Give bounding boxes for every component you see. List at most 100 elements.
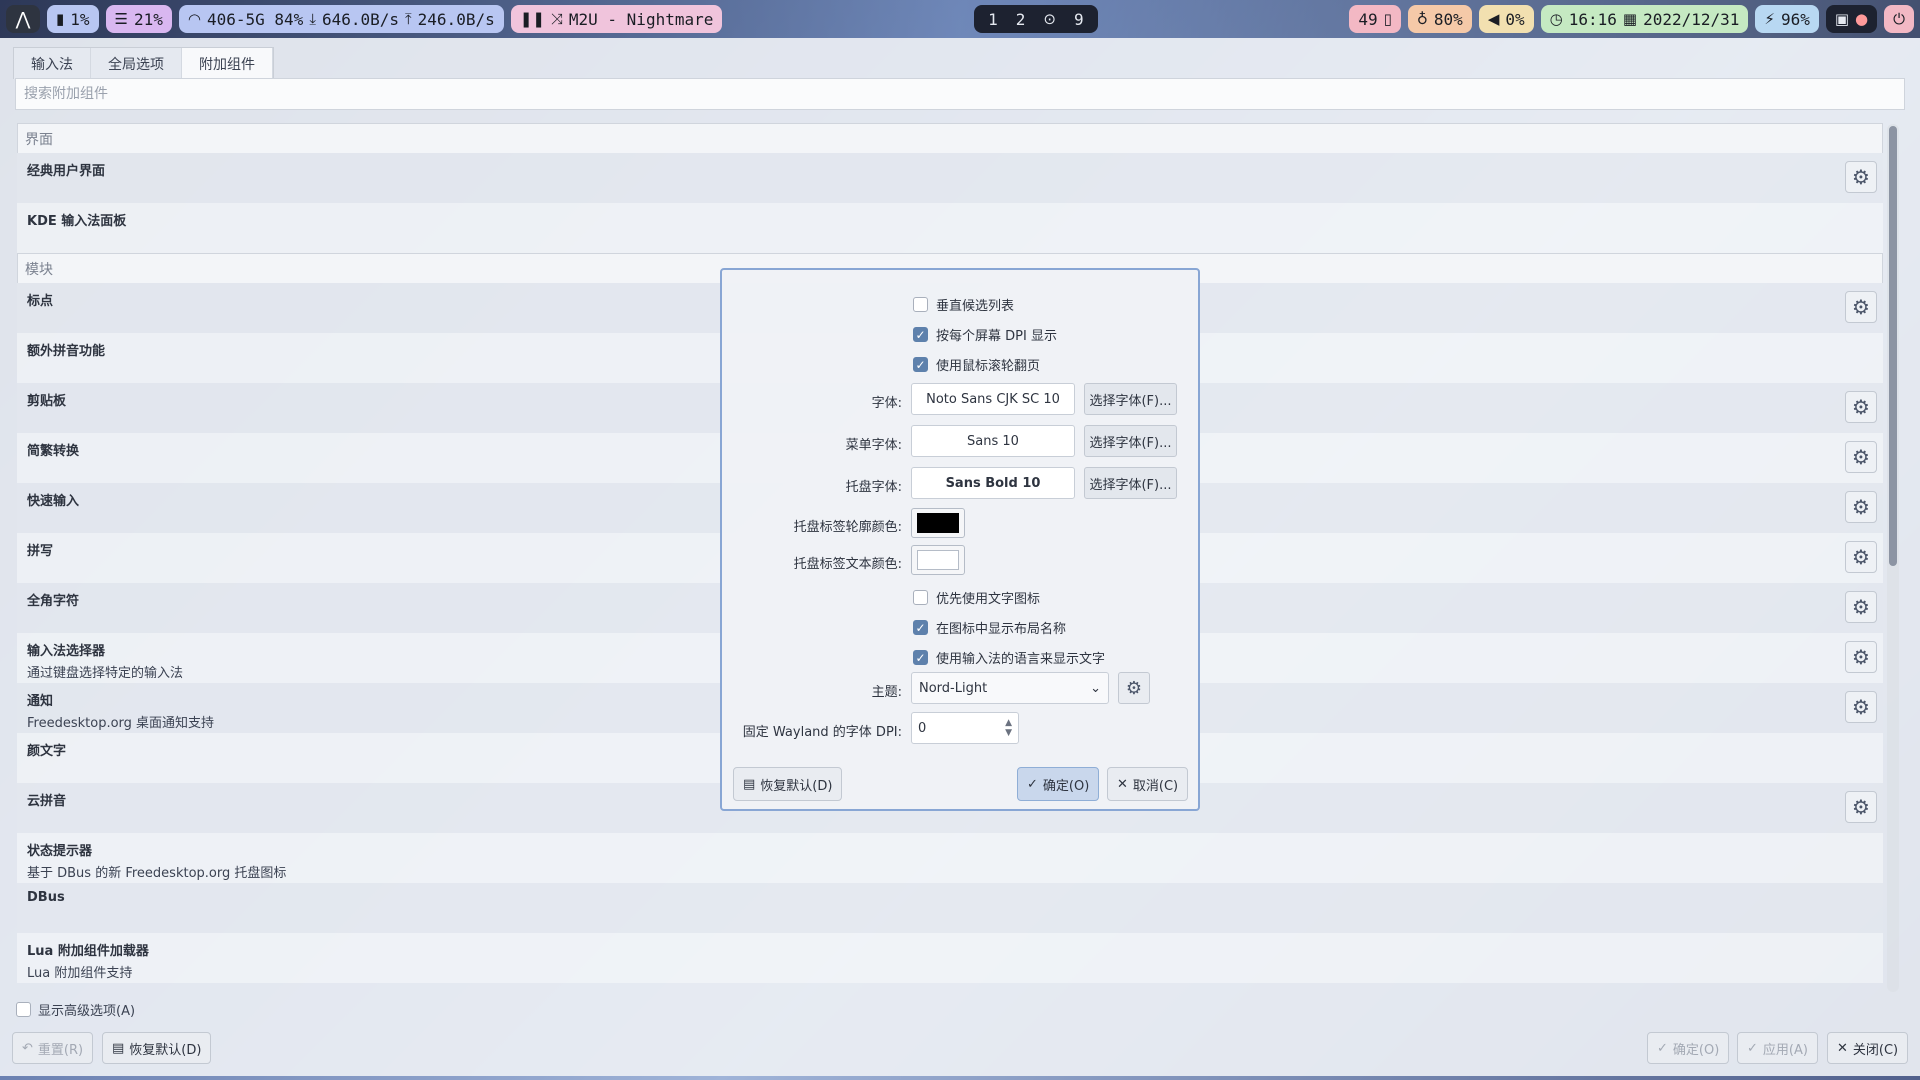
document-icon: ▤: [743, 776, 756, 792]
tray-widget[interactable]: ▣ ●: [1825, 5, 1878, 33]
volume-widget[interactable]: ◀ 0%: [1478, 5, 1534, 33]
close-icon: ✕: [1837, 1040, 1848, 1056]
reset-label: 重置(R): [37, 1042, 84, 1058]
app-tray-icon[interactable]: ●: [1855, 10, 1868, 28]
vertical-list-checkbox[interactable]: [913, 297, 928, 312]
vertical-list-option[interactable]: 垂直候选列表: [913, 295, 1014, 314]
addon-title: KDE 输入法面板: [27, 214, 127, 229]
gear-icon[interactable]: ⚙: [1845, 791, 1877, 823]
list-scrollbar[interactable]: [1887, 124, 1899, 992]
prefer-text-icon-checkbox[interactable]: [913, 590, 928, 605]
document-icon: ▤: [112, 1040, 125, 1056]
gear-icon[interactable]: ⚙: [1845, 541, 1877, 573]
gear-icon[interactable]: ⚙: [1845, 641, 1877, 673]
restore-defaults-label: 恢复默认(D): [129, 1042, 202, 1058]
ok-button[interactable]: ✓ 确定(O): [1647, 1032, 1730, 1064]
power-button[interactable]: ⏻: [1884, 5, 1915, 33]
undo-icon: ↶: [22, 1040, 33, 1056]
addon-row[interactable]: Lua 附加组件加载器 Lua 附加组件支持: [17, 933, 1883, 983]
category-header-ui: 界面: [17, 123, 1883, 153]
font-label: 字体:: [871, 396, 902, 411]
per-screen-dpi-checkbox[interactable]: ✓: [913, 327, 928, 342]
gear-icon[interactable]: ⚙: [1845, 441, 1877, 473]
tab-global-options[interactable]: 全局选项: [91, 48, 182, 79]
choose-menu-font-button[interactable]: 选择字体(F)...: [1084, 425, 1177, 457]
cpu-widget: ▮ 1%: [47, 5, 99, 33]
brightness-widget[interactable]: ♁ 80%: [1407, 5, 1472, 33]
restore-defaults-button[interactable]: ▤ 恢复默认(D): [102, 1032, 212, 1064]
addon-row[interactable]: DBus: [17, 883, 1883, 933]
tray-font-value: Sans Bold 10: [911, 467, 1075, 499]
use-im-language-checkbox[interactable]: ✓: [913, 650, 928, 665]
use-im-language-option[interactable]: ✓ 使用输入法的语言来显示文字: [913, 648, 1105, 667]
per-screen-dpi-option[interactable]: ✓ 按每个屏幕 DPI 显示: [913, 325, 1057, 344]
scrollbar-thumb[interactable]: [1889, 126, 1897, 566]
theme-settings-button[interactable]: ⚙: [1118, 672, 1150, 704]
addon-row[interactable]: 经典用户界面 ⚙: [17, 153, 1883, 203]
apply-button[interactable]: ✓ 应用(A): [1737, 1032, 1818, 1064]
theme-select[interactable]: Nord-Light ⌄: [911, 672, 1109, 704]
memory-icon: ☰: [114, 10, 128, 28]
clock-icon: ◷: [1549, 10, 1563, 28]
speaker-icon: ◀: [1487, 10, 1500, 28]
text-color-button[interactable]: [911, 545, 965, 575]
gear-icon[interactable]: ⚙: [1845, 591, 1877, 623]
choose-font-button[interactable]: 选择字体(F)...: [1084, 383, 1177, 415]
dialog-ok-button[interactable]: ✓ 确定(O): [1017, 767, 1100, 801]
dialog-restore-defaults-label: 恢复默认(D): [760, 778, 833, 794]
cpu-value: 1%: [70, 9, 90, 29]
pause-icon[interactable]: ❚❚: [520, 10, 545, 28]
show-layout-name-checkbox[interactable]: ✓: [913, 620, 928, 635]
prefer-text-icon-option[interactable]: 优先使用文字图标: [913, 588, 1040, 607]
gear-icon[interactable]: ⚙: [1845, 161, 1877, 193]
shuffle-icon[interactable]: ⤨: [551, 10, 563, 28]
workspace-active-icon[interactable]: ⊙: [1043, 10, 1056, 28]
media-widget[interactable]: ❚❚ ⤨ M2U - Nightmare: [510, 5, 723, 33]
tab-input-method[interactable]: 输入法: [14, 48, 91, 79]
addon-title: 经典用户界面: [27, 164, 106, 179]
classic-ui-settings-dialog: 垂直候选列表 ✓ 按每个屏幕 DPI 显示 ✓ 使用鼠标滚轮翻页 字体: Noto …: [720, 268, 1200, 811]
reset-button[interactable]: ↶ 重置(R): [12, 1032, 94, 1064]
use-im-language-label: 使用输入法的语言来显示文字: [936, 652, 1106, 667]
addon-row[interactable]: 状态提示器基于 DBus 的新 Freedesktop.org 托盘图标: [17, 833, 1883, 883]
battery-widget[interactable]: ⚡ 96%: [1755, 5, 1819, 33]
wayland-dpi-spinbox[interactable]: 0 ▲ ▼: [911, 712, 1019, 744]
advanced-checkbox[interactable]: [16, 1002, 31, 1017]
workspace-item[interactable]: 2: [1016, 10, 1026, 29]
text-color-label: 托盘标签文本颜色:: [793, 557, 902, 572]
gear-icon[interactable]: ⚙: [1845, 291, 1877, 323]
addon-row[interactable]: KDE 输入法面板: [17, 203, 1883, 253]
dialog-restore-defaults-button[interactable]: ▤ 恢复默认(D): [733, 767, 843, 801]
upload-rate: 246.0B/s: [417, 9, 495, 29]
wheel-page-checkbox[interactable]: ✓: [913, 357, 928, 372]
workspace-switcher[interactable]: 1 2 ⊙ 9: [974, 5, 1098, 33]
network-widget: ◠ 406-5G 84% ⤓ 646.0B/s ⤒ 246.0B/s: [178, 5, 504, 33]
show-layout-name-option[interactable]: ✓ 在图标中显示布局名称: [913, 618, 1066, 637]
chevron-down-icon: ⌄: [1090, 680, 1101, 696]
menu-font-label: 菜单字体:: [845, 438, 902, 453]
workspace-item[interactable]: 1: [988, 10, 998, 29]
notification-widget[interactable]: 49 ▯: [1349, 5, 1401, 33]
keyboard-icon[interactable]: ▣: [1835, 10, 1849, 28]
outline-color-button[interactable]: [911, 508, 965, 538]
gear-icon[interactable]: ⚙: [1845, 391, 1877, 423]
addon-title: 状态提示器: [27, 844, 93, 859]
check-icon: ✓: [1027, 776, 1038, 792]
wheel-page-option[interactable]: ✓ 使用鼠标滚轮翻页: [913, 355, 1040, 374]
gear-icon[interactable]: ⚙: [1845, 691, 1877, 723]
text-color-swatch: [917, 550, 959, 570]
clock-widget[interactable]: ◷ 16:16 ▦ 2022/12/31: [1540, 5, 1749, 33]
addon-search-input[interactable]: [15, 78, 1905, 110]
addon-description: 基于 DBus 的新 Freedesktop.org 托盘图标: [27, 866, 287, 881]
workspace-item[interactable]: 9: [1074, 10, 1084, 29]
close-button[interactable]: ✕ 关闭(C): [1827, 1032, 1909, 1064]
dialog-cancel-button[interactable]: ✕ 取消(C): [1107, 767, 1189, 801]
arch-logo-icon[interactable]: ⋀: [6, 5, 40, 33]
spin-arrows-icon[interactable]: ▲ ▼: [1005, 718, 1012, 738]
choose-tray-font-button[interactable]: 选择字体(F)...: [1084, 467, 1177, 499]
gear-icon[interactable]: ⚙: [1845, 491, 1877, 523]
tab-addons[interactable]: 附加组件: [182, 48, 273, 79]
network-name: 406-5G 84%: [206, 9, 304, 29]
advanced-options-toggle[interactable]: 显示高级选项(A): [16, 1000, 135, 1019]
download-rate: 646.0B/s: [321, 9, 400, 29]
